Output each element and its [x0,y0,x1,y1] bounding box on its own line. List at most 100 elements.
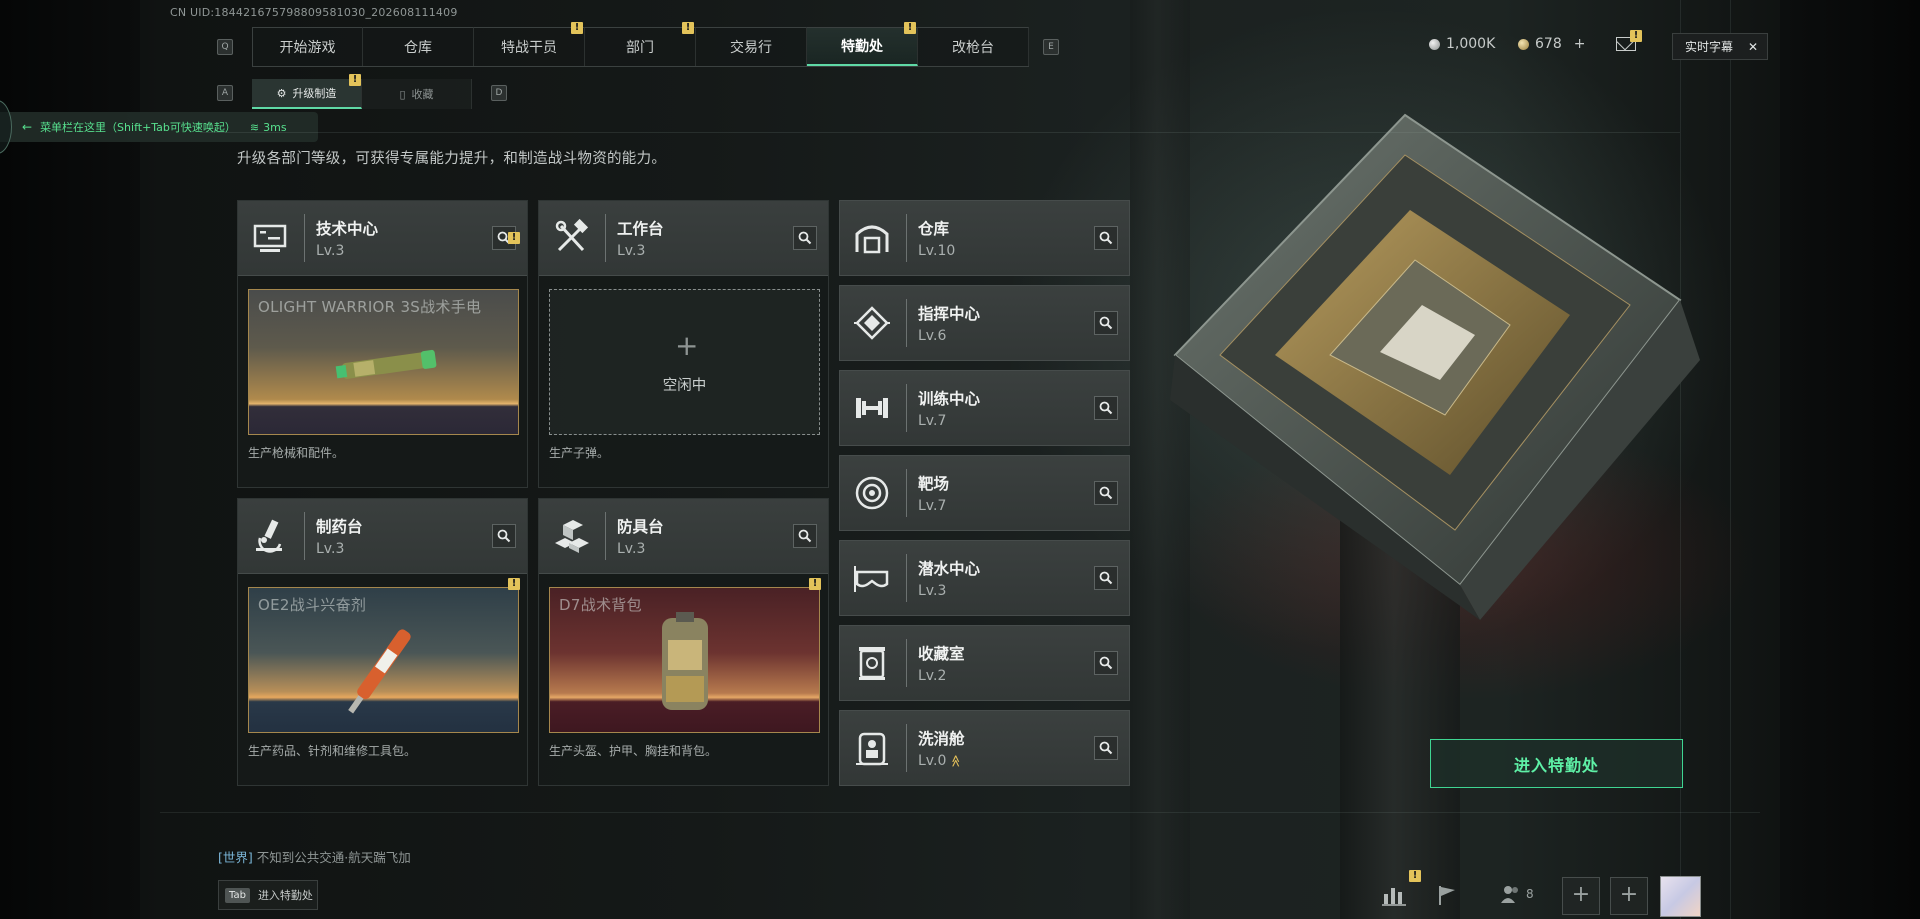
subtab-label: 收藏 [411,88,434,101]
tab-shortcut-hint[interactable]: Tab 进入特勤处 [218,880,318,910]
empty-crafting-slot[interactable]: + 空闲中 [549,289,820,435]
tab-label: 部门 [626,40,654,56]
flag-icon[interactable] [1436,884,1458,906]
dept-card-command-center[interactable]: 指挥中心 Lv.6 [839,285,1130,361]
chip-icon [854,306,890,340]
enter-secret-service-button[interactable]: 进入特勤处 [1430,739,1683,788]
search-button[interactable] [1094,226,1118,250]
tools-icon [555,218,589,252]
menu-hint-banner[interactable]: ← 菜单栏在这里（Shift+Tab可快速唤起） ≋ 3ms [0,100,318,154]
upgrade-available-icon: ≫ [948,754,963,768]
dept-card-pharmacy[interactable]: 制药台 Lv.3 OE2战斗兴奋剂 ! 生产药品、针剂和维修工具包。 [237,498,528,786]
dept-name: 潜水中心 [918,560,981,578]
crafting-slot[interactable]: OE2战斗兴奋剂 [248,587,519,733]
dumbbell-icon [856,398,888,418]
header-divider [304,512,305,560]
tab-department[interactable]: 部门 ! [585,22,696,66]
currency-premium: 678 + [1518,36,1585,52]
dept-card-diving-center[interactable]: 潜水中心 Lv.3 [839,540,1130,616]
header-divider [906,469,907,517]
search-button[interactable] [1094,311,1118,335]
search-icon [798,231,812,245]
dept-card-warehouse[interactable]: 仓库 Lv.10 [839,200,1130,276]
subtab-collection[interactable]: ▯ 收藏 [362,79,472,109]
dept-description: 生产头盔、护甲、胸挂和背包。 [549,744,718,758]
search-button[interactable] [492,524,516,548]
crafting-slot[interactable]: OLIGHT WARRIOR 3S战术手电 [248,289,519,435]
page-description: 升级各部门等级，可获得专属能力提升，和制造战斗物资的能力。 [237,151,667,167]
gold-coin-icon [1518,38,1529,50]
search-button[interactable] [1094,396,1118,420]
plus-icon: + [675,329,699,362]
search-button[interactable] [1094,736,1118,760]
notification-badge: ! [809,578,821,590]
right-edge-shadow [1780,0,1920,919]
search-icon [1099,316,1113,330]
currency-havoc-coin: 1,000K [1429,36,1495,52]
close-icon[interactable]: ✕ [1748,40,1758,54]
stats-icon[interactable] [1382,884,1406,906]
player-avatar[interactable] [1660,876,1701,917]
live-caption-button[interactable]: 实时字幕 ✕ [1672,33,1768,60]
dept-name: 靶场 [918,475,950,493]
search-icon [798,529,812,543]
dept-card-training-center[interactable]: 训练中心 Lv.7 [839,370,1130,446]
computer-icon [253,224,287,252]
dept-level: Lv.3 [316,243,345,259]
search-button[interactable] [793,524,817,548]
bg-line [1730,0,1731,919]
search-icon [1099,231,1113,245]
add-party-slot-button[interactable]: + [1562,877,1600,915]
tab-trade-market[interactable]: 交易行 [696,27,807,66]
tab-warehouse[interactable]: 仓库 [363,27,474,66]
dept-description: 生产枪械和配件。 [248,446,345,460]
dept-card-collection-room[interactable]: 收藏室 Lv.2 [839,625,1130,701]
tab-gunsmith[interactable]: 改枪台 [918,27,1029,66]
subtab-upgrade-craft[interactable]: ⚙ 升级制造 ! [252,74,362,109]
search-button[interactable] [1094,651,1118,675]
dept-level-row: Lv.0 ≫ [918,753,963,769]
dept-name: 工作台 [617,220,664,238]
card-header: 技术中心 Lv.3 [238,201,527,276]
dept-card-armor-bench[interactable]: 防具台 Lv.3 D7战术背包 ! 生产头盔、护甲、胸挂和背包。 [538,498,829,786]
tab-secret-service[interactable]: 特勤处 ! [807,22,918,66]
search-icon [1099,571,1113,585]
dept-level: Lv.6 [918,328,947,344]
crafted-item-name: OLIGHT WARRIOR 3S战术手电 [258,298,482,316]
dept-card-workbench[interactable]: 工作台 Lv.3 + 空闲中 生产子弹。 [538,200,829,488]
next-tab-key-hint: E [1043,39,1059,55]
search-button[interactable] [793,226,817,250]
add-party-slot-button[interactable]: + [1610,877,1648,915]
dept-level: Lv.3 [316,541,345,557]
crafting-slot[interactable]: D7战术背包 [549,587,820,733]
caption-label: 实时字幕 [1685,40,1734,54]
tab-start-game[interactable]: 开始游戏 [252,27,363,66]
arrow-left-icon: ← [22,120,33,134]
friends-count: 8 [1526,887,1534,901]
player-uid: CN UID:18442167579880958103​0_2026081114… [170,6,458,19]
dept-level: Lv.0 [918,753,947,769]
tab-label: 改枪台 [952,40,994,56]
notification-badge: ! [349,74,361,86]
dept-card-decon-chamber[interactable]: 洗消舱 Lv.0 ≫ [839,710,1130,786]
search-button[interactable] [1094,566,1118,590]
search-button[interactable] [1094,481,1118,505]
secret-service-cube [1170,113,1700,620]
world-chat-line[interactable]: [世界] 不知到公共交通·航天踹飞加 [218,847,411,866]
target-icon [855,476,889,510]
collection-icon: ▯ [399,87,406,101]
mail-badge: ! [1630,30,1642,42]
search-icon [1099,401,1113,415]
tab-operators[interactable]: 特战干员 ! [474,22,585,66]
notification-badge: ! [571,22,583,34]
subtab-label: 升级制造 [292,87,337,100]
search-icon [1099,656,1113,670]
collection-icon [859,647,885,680]
dept-name: 防具台 [617,518,664,536]
dept-card-shooting-range[interactable]: 靶场 Lv.7 [839,455,1130,531]
divider [200,132,1680,133]
friends-indicator[interactable]: 8 [1500,884,1534,904]
dept-card-tech-center[interactable]: 技术中心 Lv.3 OLIGHT WARRIOR 3S战术手电 ! 生产枪械和配… [237,200,528,488]
currency-value: 678 [1535,36,1562,52]
add-currency-button[interactable]: + [1574,36,1586,52]
